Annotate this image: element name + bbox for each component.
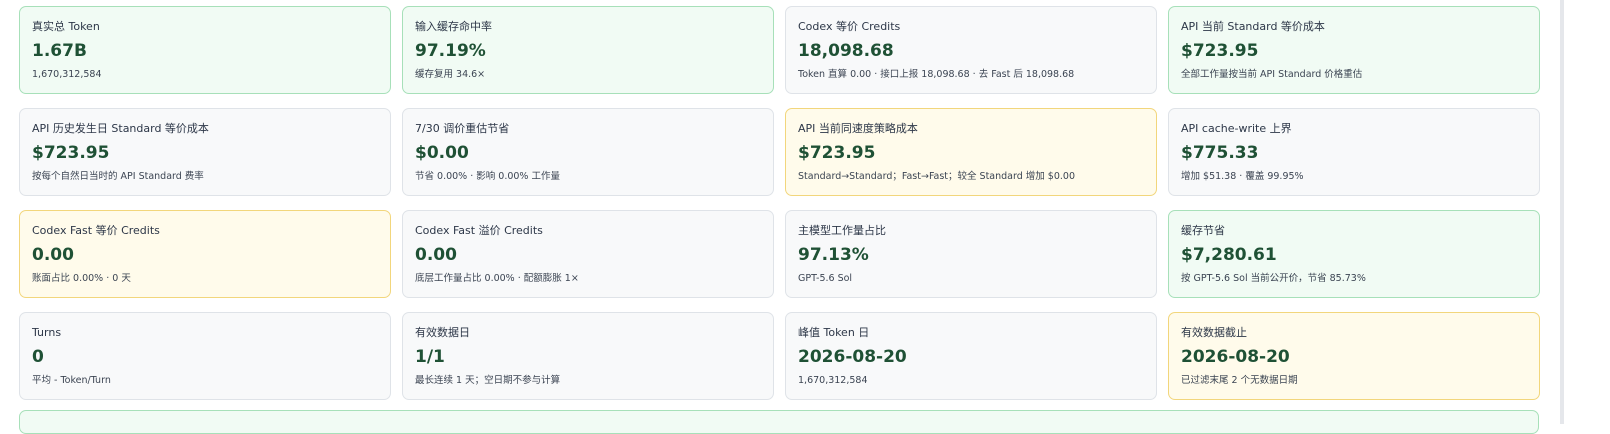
metric-sub: 节省 0.00% · 影响 0.00% 工作量	[415, 171, 560, 182]
metric-value: $775.33	[1181, 143, 1259, 163]
metric-label: Codex Fast 溢价 Credits	[415, 224, 543, 237]
metric-sub: 平均 - Token/Turn	[32, 375, 111, 386]
metric-sub: 1,670,312,584	[32, 69, 102, 80]
metric-value: $723.95	[1181, 41, 1259, 61]
metric-sub: 最长连续 1 天；空日期不参与计算	[415, 375, 561, 386]
metric-label: 输入缓存命中率	[415, 20, 492, 33]
metric-sub: Standard→Standard；Fast→Fast；较全 Standard …	[798, 171, 1076, 182]
metric-value: 2026-08-20	[798, 347, 907, 367]
metric-card-turns: Turns 0 平均 - Token/Turn	[19, 312, 391, 400]
metric-card-total-token: 真实总 Token 1.67B 1,670,312,584	[19, 6, 391, 94]
metric-label: 峰值 Token 日	[798, 326, 870, 339]
metric-card-main-model-share: 主模型工作量占比 97.13% GPT-5.6 Sol	[785, 210, 1157, 298]
metric-label: API 当前同速度策略成本	[798, 122, 918, 135]
metric-sub: 按 GPT-5.6 Sol 当前公开价，节省 85.73%	[1181, 273, 1366, 284]
page-right-margin	[1550, 0, 1610, 424]
metrics-grid: 真实总 Token 1.67B 1,670,312,584 输入缓存命中率 97…	[19, 6, 1579, 400]
metric-label: 缓存节省	[1181, 224, 1225, 237]
next-section-panel	[19, 410, 1539, 434]
metric-sub: 已过滤末尾 2 个无数据日期	[1181, 375, 1298, 386]
metric-value: 1.67B	[32, 41, 87, 61]
metric-label: API 历史发生日 Standard 等价成本	[32, 122, 209, 135]
metric-value: 97.13%	[798, 245, 869, 265]
metric-label: 7/30 调价重估节省	[415, 122, 510, 135]
metric-value: 18,098.68	[798, 41, 894, 61]
metric-value: 2026-08-20	[1181, 347, 1290, 367]
metric-card-cache-hit-rate: 输入缓存命中率 97.19% 缓存复用 34.6×	[402, 6, 774, 94]
metric-sub: 1,670,312,584	[798, 375, 868, 386]
metric-label: 真实总 Token	[32, 20, 100, 33]
metric-value: 0.00	[32, 245, 74, 265]
metric-card-cache-savings: 缓存节省 $7,280.61 按 GPT-5.6 Sol 当前公开价，节省 85…	[1168, 210, 1540, 298]
metric-label: Codex Fast 等价 Credits	[32, 224, 160, 237]
metric-sub: 按每个自然日当时的 API Standard 费率	[32, 171, 204, 182]
metric-card-data-cutoff: 有效数据截止 2026-08-20 已过滤末尾 2 个无数据日期	[1168, 312, 1540, 400]
metric-card-valid-data-days: 有效数据日 1/1 最长连续 1 天；空日期不参与计算	[402, 312, 774, 400]
metric-sub: 底层工作量占比 0.00% · 配额膨胀 1×	[415, 273, 579, 284]
metric-card-api-standard-cost: API 当前 Standard 等价成本 $723.95 全部工作量按当前 AP…	[1168, 6, 1540, 94]
metric-sub: 缓存复用 34.6×	[415, 69, 486, 80]
metric-value: $7,280.61	[1181, 245, 1277, 265]
metric-label: API cache-write 上界	[1181, 122, 1292, 135]
metric-label: 主模型工作量占比	[798, 224, 886, 237]
metric-card-cache-write-upper-bound: API cache-write 上界 $775.33 增加 $51.38 · 覆…	[1168, 108, 1540, 196]
metric-card-api-historical-cost: API 历史发生日 Standard 等价成本 $723.95 按每个自然日当时…	[19, 108, 391, 196]
metric-card-repricing-savings: 7/30 调价重估节省 $0.00 节省 0.00% · 影响 0.00% 工作…	[402, 108, 774, 196]
metric-value: 0.00	[415, 245, 457, 265]
metric-value: 97.19%	[415, 41, 486, 61]
metric-sub: GPT-5.6 Sol	[798, 273, 853, 284]
metric-value: $0.00	[415, 143, 469, 163]
metric-sub: 全部工作量按当前 API Standard 价格重估	[1181, 69, 1363, 80]
metric-label: 有效数据截止	[1181, 326, 1247, 339]
metric-sub: 账面占比 0.00% · 0 天	[32, 273, 131, 284]
metric-card-codex-credits: Codex 等价 Credits 18,098.68 Token 直算 0.00…	[785, 6, 1157, 94]
metric-sub: 增加 $51.38 · 覆盖 99.95%	[1181, 171, 1304, 182]
metric-value: 0	[32, 347, 44, 367]
metric-sub: Token 直算 0.00 · 接口上报 18,098.68 · 去 Fast …	[798, 69, 1075, 80]
metric-label: Codex 等价 Credits	[798, 20, 901, 33]
metric-label: 有效数据日	[415, 326, 470, 339]
metric-card-codex-fast-premium: Codex Fast 溢价 Credits 0.00 底层工作量占比 0.00%…	[402, 210, 774, 298]
metric-card-peak-token-day: 峰值 Token 日 2026-08-20 1,670,312,584	[785, 312, 1157, 400]
metric-value: 1/1	[415, 347, 445, 367]
metric-card-codex-fast-credits: Codex Fast 等价 Credits 0.00 账面占比 0.00% · …	[19, 210, 391, 298]
metric-card-same-speed-cost: API 当前同速度策略成本 $723.95 Standard→Standard；…	[785, 108, 1157, 196]
metric-label: Turns	[32, 326, 62, 339]
metric-value: $723.95	[32, 143, 110, 163]
metric-label: API 当前 Standard 等价成本	[1181, 20, 1325, 33]
metric-value: $723.95	[798, 143, 876, 163]
vertical-scrollbar[interactable]	[1560, 0, 1564, 424]
